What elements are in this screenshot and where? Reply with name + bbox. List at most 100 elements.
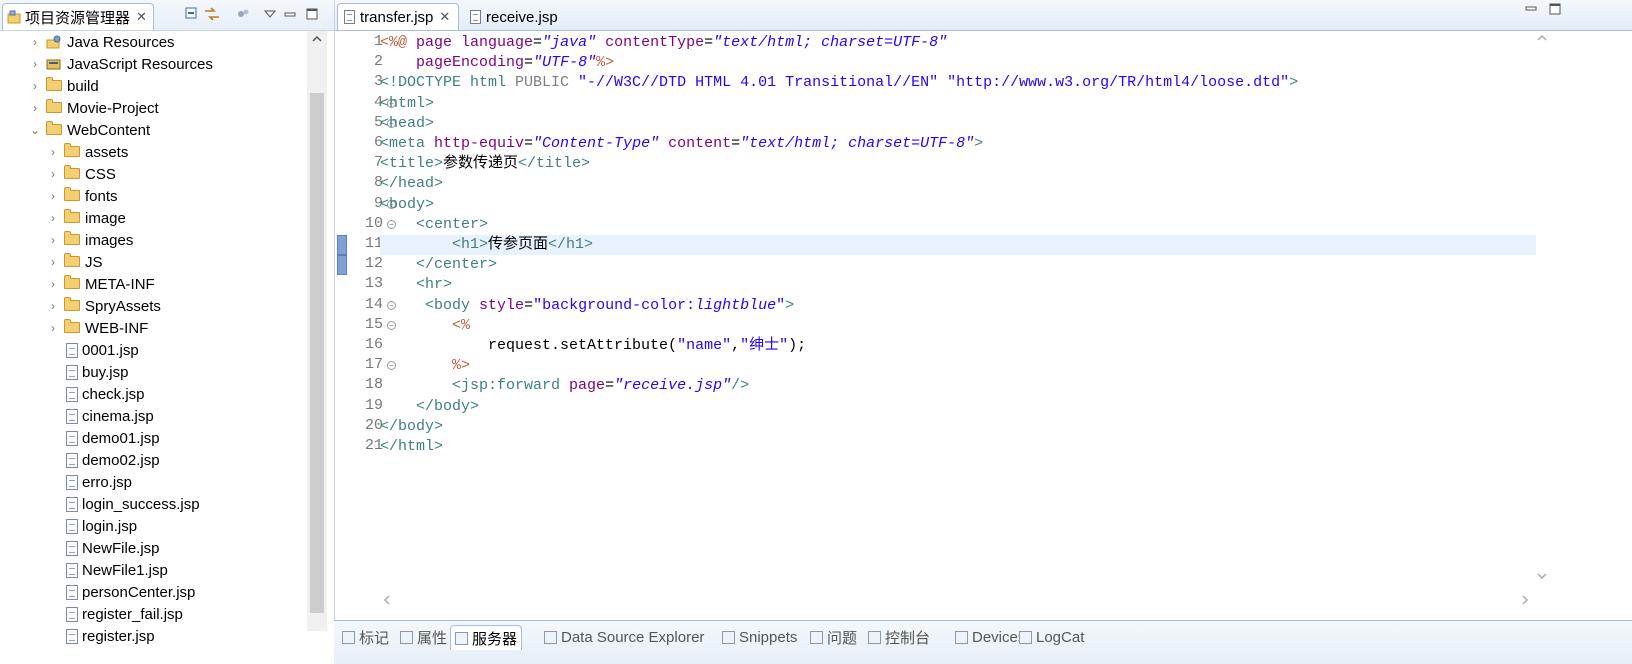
collapsed-chevron-icon[interactable]: › [46,211,60,225]
file-item[interactable]: check.jsp [0,383,322,405]
code-token: = [704,34,714,51]
scrollbar-thumb[interactable] [310,93,324,613]
explorer-scrollbar[interactable] [307,31,327,631]
code-line[interactable]: </center> [380,255,1536,275]
code-line[interactable]: </body> [380,397,1536,417]
code-line[interactable]: <jsp:forward page="receive.jsp"/> [380,376,1536,396]
bottom-tab[interactable]: 问题 [806,625,861,649]
bottom-tab[interactable]: Data Source Explorer [540,625,708,649]
code-area[interactable]: <%@ page language="java" contentType="te… [380,31,1536,601]
folder-item[interactable]: › Movie-Project [0,97,322,119]
bottom-tab[interactable]: 服务器 [450,625,523,650]
folder-item[interactable]: › WEB-INF [0,317,322,339]
file-item[interactable]: register_fail.jsp [0,603,322,625]
file-item[interactable]: demo01.jsp [0,427,322,449]
folder-item[interactable]: › META-INF [0,273,322,295]
view-menu-icon[interactable] [262,6,278,22]
code-line[interactable]: <body> [380,195,1536,215]
maximize-icon[interactable] [304,6,320,22]
code-line[interactable]: <%@ page language="java" contentType="te… [380,33,1536,53]
file-item[interactable]: login.jsp [0,515,322,537]
editor-minimize-icon[interactable] [1525,3,1537,16]
code-line[interactable]: <!DOCTYPE html PUBLIC "-//W3C//DTD HTML … [380,73,1536,93]
file-item[interactable]: NewFile.jsp [0,537,322,559]
code-line[interactable]: </html> [380,437,1536,457]
bottom-tab[interactable]: 属性 [396,625,451,649]
scroll-up-icon[interactable] [311,33,323,47]
code-line[interactable]: </body> [380,417,1536,437]
minimize-icon[interactable] [282,6,298,22]
editor-vertical-scrollbar[interactable] [1535,31,1549,591]
code-line[interactable]: <hr> [380,275,1536,295]
folder-item[interactable]: › JS [0,251,322,273]
scroll-down-icon[interactable] [1536,571,1548,584]
link-with-editor-icon[interactable] [204,6,220,22]
folder-item[interactable]: › CSS [0,163,322,185]
bottom-tab[interactable]: 控制台 [864,625,934,649]
folder-item[interactable]: › JavaScript Resources [0,53,322,75]
collapse-all-icon[interactable] [184,6,200,22]
code-line[interactable]: <html> [380,94,1536,114]
file-item[interactable]: cinema.jsp [0,405,322,427]
code-line[interactable]: <body style="background-color:lightblue"… [380,296,1536,316]
folder-item[interactable]: › build [0,75,322,97]
code-line[interactable]: <h1>传参页面</h1> [380,235,1536,255]
editor-horizontal-scrollbar[interactable] [380,594,1536,610]
bottom-tab[interactable]: LogCat [1015,625,1088,649]
folder-item[interactable]: ⌄ WebContent [0,119,322,141]
scroll-left-icon[interactable] [382,594,392,609]
collapsed-chevron-icon[interactable]: › [46,145,60,159]
code-line[interactable]: <title>参数传递页</title> [380,154,1536,174]
collapsed-chevron-icon[interactable]: › [28,101,42,115]
close-tab-icon[interactable]: ✕ [439,9,450,25]
collapsed-chevron-icon[interactable]: › [46,321,60,335]
file-item[interactable]: NewFile1.jsp [0,559,322,581]
file-item[interactable]: personCenter.jsp [0,581,322,603]
code-line[interactable]: request.setAttribute("name","绅士"); [380,336,1536,356]
code-line[interactable]: <meta http-equiv="Content-Type" content=… [380,134,1536,154]
file-item[interactable]: erro.jsp [0,471,322,493]
collapsed-chevron-icon[interactable]: › [46,255,60,269]
jsp-file-icon [66,518,78,534]
file-item[interactable]: buy.jsp [0,361,322,383]
close-icon[interactable]: ✕ [136,9,147,25]
folder-item[interactable]: › Java Resources [0,31,322,53]
folder-item[interactable]: › SpryAssets [0,295,322,317]
scroll-up-icon[interactable] [1536,33,1548,46]
code-token: = [533,34,543,51]
file-item[interactable]: login_success.jsp [0,493,322,515]
collapsed-chevron-icon[interactable]: › [28,57,42,71]
collapsed-chevron-icon[interactable]: › [46,167,60,181]
code-line[interactable]: <head> [380,114,1536,134]
filters-icon[interactable] [235,6,251,22]
file-item[interactable]: register.jsp [0,625,322,647]
collapsed-chevron-icon[interactable]: › [28,35,42,49]
code-line[interactable]: <% [380,316,1536,336]
explorer-view-tab[interactable]: 项目资源管理器 ✕ [2,3,154,30]
file-item[interactable]: 0001.jsp [0,339,322,361]
collapsed-chevron-icon[interactable]: › [28,79,42,93]
folder-item[interactable]: › image [0,207,322,229]
code-line[interactable]: </head> [380,174,1536,194]
collapsed-chevron-icon[interactable]: › [46,233,60,247]
code-line[interactable]: <center> [380,215,1536,235]
code-token: </body> [380,417,444,435]
folder-item[interactable]: › fonts [0,185,322,207]
expanded-chevron-icon[interactable]: ⌄ [28,123,42,137]
folder-item[interactable]: › assets [0,141,322,163]
collapsed-chevron-icon[interactable]: › [46,277,60,291]
collapsed-chevron-icon[interactable]: › [46,299,60,313]
tab-transfer-jsp[interactable]: transfer.jsp ✕ [337,3,460,30]
tab-receive-jsp[interactable]: receive.jsp [463,3,567,30]
file-item[interactable]: demo02.jsp [0,449,322,471]
bottom-tab[interactable]: 标记 [338,625,393,649]
tree-item-label: register_fail.jsp [82,605,183,623]
collapsed-chevron-icon[interactable]: › [46,189,60,203]
code-line[interactable]: %> [380,356,1536,376]
folder-item[interactable]: › images [0,229,322,251]
editor-maximize-icon[interactable] [1549,3,1561,18]
scroll-right-icon[interactable] [1520,594,1530,609]
explorer-title: 项目资源管理器 [25,9,131,27]
bottom-tab[interactable]: Snippets [718,625,801,649]
code-line[interactable]: pageEncoding="UTF-8"%> [380,53,1536,73]
